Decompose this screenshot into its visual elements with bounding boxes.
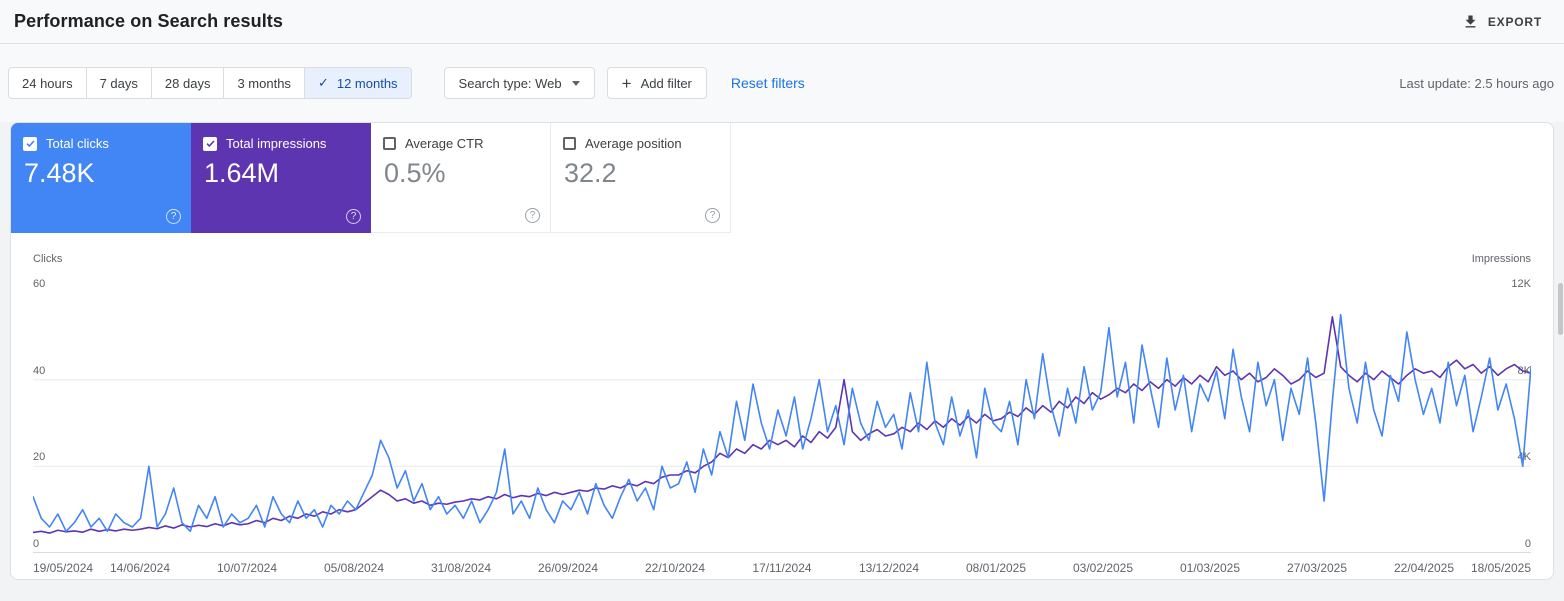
date-range-selector: 24 hours 7 days 28 days 3 months ✓ 12 mo…: [8, 67, 412, 99]
date-range-7-days[interactable]: 7 days: [85, 67, 152, 99]
left-axis-title: Clicks: [33, 253, 63, 265]
right-axis-title: Impressions: [1471, 253, 1531, 265]
last-update-text: Last update: 2.5 hours ago: [1399, 75, 1554, 91]
date-range-3-months[interactable]: 3 months: [223, 67, 305, 99]
x-axis-label: 01/03/2025: [1179, 561, 1241, 575]
total-clicks-card[interactable]: Total clicks 7.48K: [11, 123, 191, 233]
chart-svg: [33, 293, 1531, 553]
x-axis-label: 14/06/2024: [109, 561, 171, 575]
x-axis-label: 31/08/2024: [430, 561, 492, 575]
export-button[interactable]: EXPORT: [1454, 7, 1550, 36]
date-range-label: 7 days: [99, 75, 138, 91]
metric-cards-row: Total clicks 7.48K Total impressions 1.6…: [11, 123, 1553, 233]
date-range-24-hours[interactable]: 24 hours: [8, 67, 87, 99]
page-header: Performance on Search results EXPORT: [0, 0, 1564, 44]
performance-chart[interactable]: Clicks Impressions 60 40 20 0 12K 8K 4K …: [33, 253, 1531, 579]
export-label: EXPORT: [1487, 14, 1542, 29]
metric-value: 1.64M: [204, 158, 280, 188]
y-axis-tick-left: 60: [33, 278, 46, 290]
metric-label: Total impressions: [226, 136, 327, 151]
clicks-line: [33, 315, 1531, 532]
metric-label: Average position: [585, 136, 682, 151]
add-filter-button[interactable]: + Add filter: [606, 67, 707, 99]
metric-label: Average CTR: [405, 136, 484, 151]
date-range-label: 28 days: [164, 75, 211, 91]
x-axis-label: 19/05/2024: [33, 561, 94, 575]
x-axis-label: 17/11/2024: [752, 561, 812, 575]
x-axis-label: 08/01/2025: [965, 561, 1027, 575]
help-icon[interactable]: [346, 209, 361, 224]
x-axis-label: 22/10/2024: [644, 561, 706, 575]
total-impressions-card[interactable]: Total impressions 1.64M: [191, 123, 371, 233]
metric-value: 7.48K: [24, 158, 95, 188]
x-axis-label: 18/05/2025: [1470, 561, 1531, 575]
y-axis-tick-right: 12K: [1511, 278, 1531, 290]
x-axis-label: 03/02/2025: [1072, 561, 1134, 575]
page-title: Performance on Search results: [14, 11, 284, 31]
search-type-label: Search type: Web: [458, 75, 562, 91]
scrollbar[interactable]: [1558, 283, 1563, 335]
x-axis-label: 10/07/2024: [216, 561, 278, 575]
metric-value: 0.5%: [384, 158, 446, 188]
average-ctr-card[interactable]: Average CTR 0.5%: [371, 123, 551, 233]
x-axis-label: 27/03/2025: [1286, 561, 1348, 575]
x-axis-label: 26/09/2024: [537, 561, 599, 575]
help-icon[interactable]: [525, 208, 540, 223]
checkbox-checked-icon[interactable]: [203, 136, 217, 151]
date-range-28-days[interactable]: 28 days: [150, 67, 225, 99]
check-icon: ✓: [317, 75, 329, 90]
checkbox-unchecked-icon[interactable]: [383, 137, 396, 150]
search-type-dropdown[interactable]: Search type: Web: [443, 67, 595, 99]
help-icon[interactable]: [166, 209, 181, 224]
checkbox-checked-icon[interactable]: [23, 136, 37, 151]
filter-bar: 24 hours 7 days 28 days 3 months ✓ 12 mo…: [0, 44, 1564, 122]
download-icon: [1462, 13, 1479, 30]
plus-icon: +: [621, 73, 632, 93]
checkbox-unchecked-icon[interactable]: [563, 137, 576, 150]
x-axis-label: 22/04/2025: [1393, 561, 1455, 575]
x-axis-labels: 19/05/2024 14/06/2024 10/07/2024 05/08/2024…: [33, 561, 1531, 577]
average-position-card[interactable]: Average position 32.2: [551, 123, 731, 233]
add-filter-label: Add filter: [640, 75, 692, 91]
reset-filters-link[interactable]: Reset filters: [731, 75, 805, 91]
x-axis-label: 13/12/2024: [858, 561, 920, 575]
date-range-label: 24 hours: [22, 75, 73, 91]
metric-label: Total clicks: [46, 136, 109, 151]
plot-area[interactable]: [33, 293, 1531, 553]
top-band: Performance on Search results EXPORT 24 …: [0, 0, 1564, 122]
chevron-down-icon: [571, 80, 580, 86]
date-range-label: 12 months: [336, 75, 398, 91]
performance-card: Total clicks 7.48K Total impressions 1.6…: [10, 122, 1554, 580]
x-axis-label: 05/08/2024: [323, 561, 385, 575]
metric-value: 32.2: [564, 158, 617, 188]
date-range-12-months[interactable]: ✓ 12 months: [303, 67, 412, 99]
date-range-label: 3 months: [237, 75, 291, 91]
help-icon[interactable]: [705, 208, 720, 223]
